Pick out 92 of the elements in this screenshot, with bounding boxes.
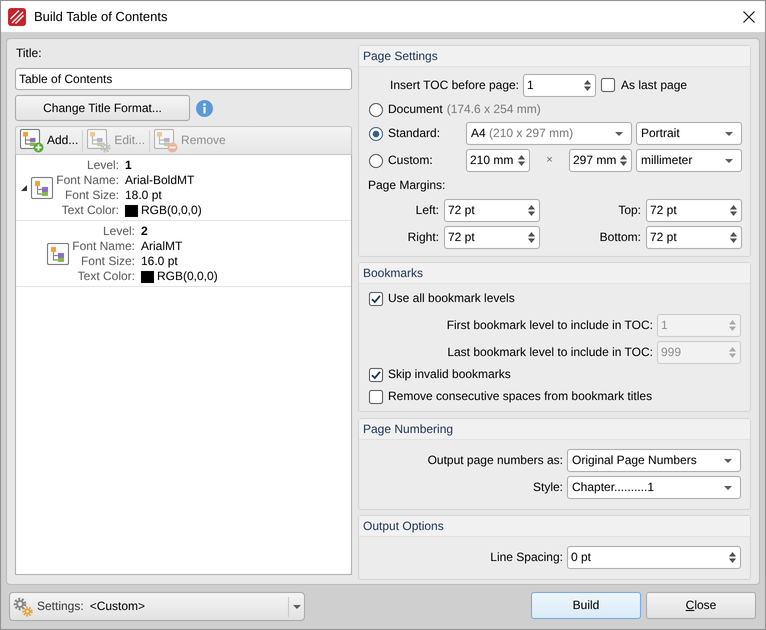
level-value: 2 <box>141 224 148 239</box>
checkbox[interactable] <box>369 292 383 306</box>
hierarchy-icon <box>31 177 53 199</box>
field-value: RGB(0,0,0) <box>141 203 202 218</box>
paper-size-dropdown[interactable]: A4 (210 x 297 mm) <box>466 122 632 145</box>
checkbox[interactable] <box>601 78 615 92</box>
checkbox-label: Use all bookmark levels <box>388 291 515 306</box>
field-label: Text Color: <box>62 203 119 218</box>
spin-arrows-icon[interactable] <box>584 80 591 90</box>
size-detail: (174.6 x 254 mm) <box>446 102 541 117</box>
hierarchy-icon <box>47 243 69 265</box>
radio-label: Document <box>388 102 443 117</box>
hierarchy-plus-icon <box>20 128 44 152</box>
field-label: Font Size: <box>80 254 135 269</box>
dialog-button[interactable]: Close <box>646 592 756 619</box>
spin-arrows-icon[interactable] <box>528 232 535 243</box>
caret-icon <box>725 158 733 162</box>
checkbox-label: As last page <box>621 78 688 92</box>
spin-arrows-icon[interactable] <box>528 205 535 216</box>
checkbox[interactable] <box>369 368 383 382</box>
field-label: Style: <box>532 480 563 495</box>
margin-spinbox[interactable]: 72 pt <box>646 226 742 249</box>
section-title: Bookmarks <box>363 266 424 280</box>
field-label: Right: <box>408 230 439 245</box>
times-sign: × <box>546 153 553 168</box>
section-title: Page Numbering <box>363 422 454 436</box>
caret-icon <box>724 486 732 490</box>
spin-arrows-icon[interactable] <box>730 232 737 243</box>
field-label: Level: <box>102 224 135 239</box>
change-title-format-button[interactable]: Change Title Format... <box>15 95 190 121</box>
gears-icon <box>13 596 33 616</box>
window-title: Build Table of Contents <box>34 9 168 24</box>
field-label: Line Spacing: <box>490 550 563 565</box>
settings-dropdown[interactable]: Settings: <Custom> <box>9 592 305 621</box>
field-label: Font Name: <box>56 173 119 188</box>
spin-arrows-icon[interactable] <box>729 552 736 563</box>
field-label: Last bookmark level to include in TOC: <box>447 345 653 360</box>
section-title: Output Options <box>363 518 444 534</box>
checkbox-label: Skip invalid bookmarks <box>388 367 511 382</box>
spin-arrows-icon[interactable] <box>730 205 737 216</box>
level-value: 1 <box>125 158 132 173</box>
add-button[interactable]: Add... <box>19 128 80 154</box>
field-label: Title: <box>16 46 42 61</box>
checkbox[interactable] <box>369 390 383 404</box>
checkbox-label: Remove consecutive spaces from bookmark titles <box>388 389 652 404</box>
field-value: RGB(0,0,0) <box>157 269 218 284</box>
caret-icon <box>724 458 732 462</box>
spin-arrows-icon[interactable] <box>620 155 627 166</box>
field-label: Font Size: <box>64 188 119 203</box>
margin-spinbox[interactable]: 72 pt <box>444 199 540 222</box>
section-title: Page Settings <box>363 48 438 64</box>
spin-arrows-icon[interactable] <box>518 155 525 166</box>
caret-icon <box>725 132 733 136</box>
app-logo-icon <box>8 8 26 26</box>
field-label: Left: <box>416 203 439 218</box>
field-value: 18.0 pt <box>125 188 162 203</box>
radio-button[interactable] <box>369 102 383 116</box>
field-label: First bookmark level to include in TOC: <box>446 318 653 333</box>
field-label: Output page numbers as: <box>428 453 563 468</box>
number-spinbox[interactable]: 0 pt <box>567 546 741 569</box>
field-value: 16.0 pt <box>141 254 178 269</box>
radio-label: Custom: <box>388 153 433 168</box>
field-label: Font Name: <box>72 239 135 254</box>
field-label: Top: <box>618 203 641 218</box>
field-value: ArialMT <box>141 239 182 254</box>
margin-spinbox[interactable]: 72 pt <box>646 199 742 222</box>
info-icon[interactable] <box>196 100 213 116</box>
title-input[interactable]: Table of Contents <box>15 68 352 90</box>
caret-icon <box>615 132 623 136</box>
unit-dropdown[interactable]: millimeter <box>636 149 742 172</box>
radio-label: Standard: <box>388 126 440 141</box>
field-label: Text Color: <box>78 269 135 284</box>
margin-spinbox[interactable]: 72 pt <box>444 226 540 249</box>
close-icon[interactable] <box>743 10 755 22</box>
option-dropdown[interactable]: Chapter..........1 <box>567 476 741 499</box>
hierarchy-minus-icon <box>154 128 178 152</box>
field-value: Arial-BoldMT <box>125 173 194 188</box>
radio-button[interactable] <box>369 126 383 140</box>
option-dropdown[interactable]: Original Page Numbers <box>567 449 741 472</box>
field-label: Bottom: <box>600 230 641 245</box>
hierarchy-gear-icon <box>87 128 112 152</box>
height-spinbox[interactable]: 297 mm <box>569 149 632 172</box>
field-label: Level: <box>86 158 119 173</box>
group-label: Page Margins: <box>368 178 446 193</box>
field-label: Insert TOC before page: <box>390 78 519 92</box>
orientation-dropdown[interactable]: Portrait <box>636 122 742 145</box>
caret-icon <box>292 604 300 608</box>
page-number-spinbox[interactable]: 1 <box>523 74 596 96</box>
expand-caret-icon[interactable] <box>20 185 26 191</box>
dialog-button[interactable]: Build <box>531 592 641 619</box>
radio-button[interactable] <box>369 154 383 168</box>
width-spinbox[interactable]: 210 mm <box>466 149 530 172</box>
